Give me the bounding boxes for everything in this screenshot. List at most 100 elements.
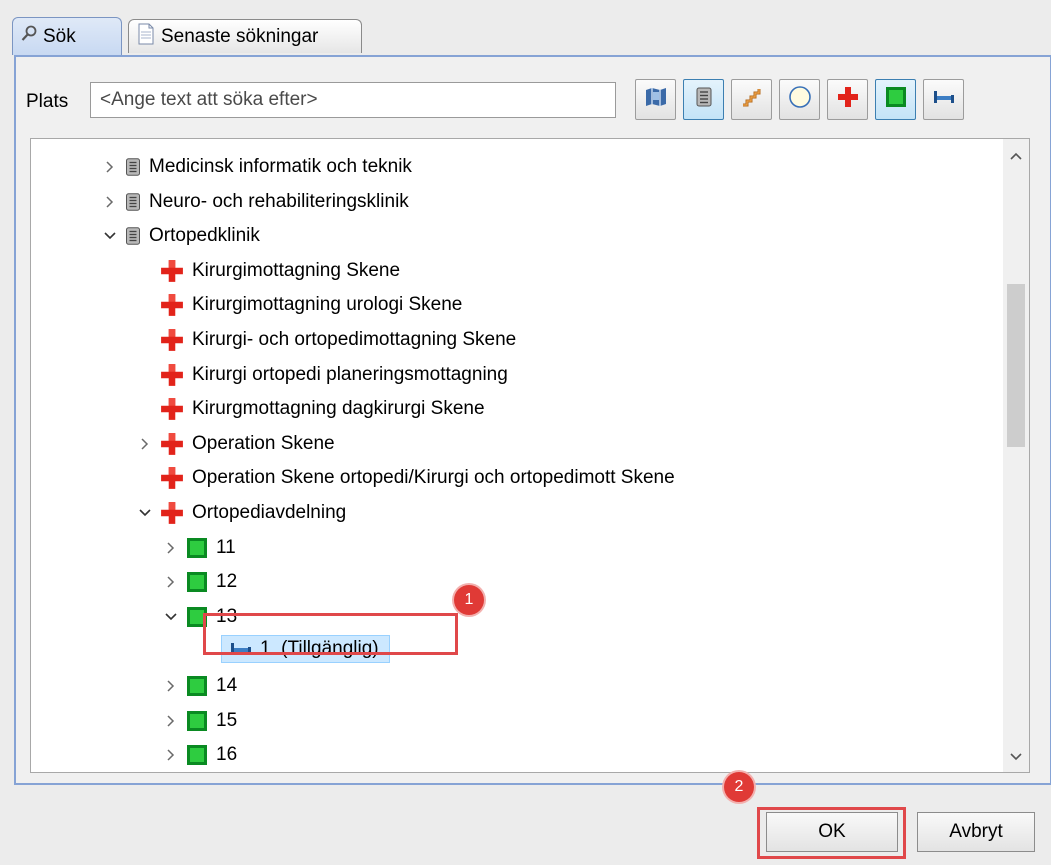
filter-stairs-button[interactable]: [731, 79, 772, 120]
circle-icon: [788, 85, 812, 115]
vertical-scrollbar[interactable]: [1003, 139, 1029, 772]
filter-building-button[interactable]: [683, 79, 724, 120]
tree-item[interactable]: 12: [162, 566, 237, 598]
tree-item[interactable]: 11: [162, 532, 236, 564]
tree-item[interactable]: 16: [162, 739, 237, 771]
building-icon: [125, 227, 141, 245]
search-panel: Plats <Ange text att söka efter> Medicin…: [14, 55, 1051, 785]
tab-label: Senaste sökningar: [161, 25, 319, 47]
tab-sok[interactable]: Sök: [12, 17, 122, 55]
tree-item-label: 12: [216, 571, 238, 593]
tree-item-label: Ortopediavdelning: [192, 502, 347, 523]
document-icon: [137, 23, 155, 51]
tree-item-label: Kirurgi ortopedi planeringsmottagning: [192, 363, 508, 385]
tab-senaste-sokningar[interactable]: Senaste sökningar: [128, 19, 362, 53]
red-cross-icon: [160, 328, 184, 352]
building-icon: [125, 192, 141, 211]
scroll-up-icon[interactable]: [1009, 147, 1023, 161]
chevron-right-icon[interactable]: [162, 573, 180, 591]
tree-item-label: Operation Skene ortopedi/Kirurgi och ort…: [192, 467, 675, 489]
tree-item[interactable]: Ortopediavdelning: [136, 497, 346, 529]
green-square-icon: [186, 710, 208, 732]
scrollbar-thumb[interactable]: [1007, 284, 1025, 447]
red-cross-icon: [160, 397, 184, 421]
search-icon: [21, 25, 37, 49]
tree-item[interactable]: Operation Skene: [136, 428, 335, 460]
green-square-icon: [186, 571, 208, 593]
chevron-right-icon[interactable]: [162, 539, 180, 557]
filter-green-square-button[interactable]: [875, 79, 916, 120]
green-square-icon: [885, 86, 907, 114]
filter-toolbar: [635, 79, 964, 120]
callout-badge-2: 2: [724, 772, 754, 802]
tree-item-label: Neuro- och rehabiliteringsklinik: [149, 190, 409, 212]
bed-icon: [933, 89, 955, 111]
green-square-icon: [186, 744, 208, 766]
filter-red-cross-button[interactable]: [827, 79, 868, 120]
tree-item-label: Kirurgi- och ortopedimottagning Skene: [192, 329, 517, 350]
tree-item-label: 11: [216, 536, 236, 558]
chevron-right-icon[interactable]: [101, 158, 119, 176]
red-cross-icon: [160, 432, 184, 456]
tree-item[interactable]: Medicinsk informatik och teknik: [101, 151, 412, 183]
building-icon: [125, 158, 141, 176]
chevron-right-icon[interactable]: [101, 193, 119, 211]
plats-label: Plats: [26, 91, 69, 112]
tree-item[interactable]: Kirurgi ortopedi planeringsmottagning: [136, 359, 508, 391]
green-square-icon: [186, 675, 208, 697]
chevron-down-icon[interactable]: [136, 504, 154, 522]
tree-item[interactable]: Kirurgi- och ortopedimottagning Skene: [136, 324, 516, 356]
chevron-down-icon[interactable]: [101, 227, 119, 245]
location-tree[interactable]: Medicinsk informatik och teknik Neuro- oc…: [30, 138, 1030, 773]
red-cross-icon: [160, 363, 184, 387]
tab-bar: Sök Senaste sökningar: [12, 15, 1051, 55]
red-cross-icon: [160, 259, 184, 283]
red-cross-icon: [160, 501, 184, 525]
filter-map-button[interactable]: [635, 79, 676, 120]
ok-button[interactable]: OK: [766, 812, 898, 852]
tree-item-label: Medicinsk informatik och teknik: [149, 156, 412, 177]
tree-item[interactable]: Kirurgimottagning Skene: [136, 255, 400, 287]
tree-item-label: Kirurgimottagning urologi Skene: [192, 294, 463, 316]
green-square-icon: [186, 537, 208, 559]
cancel-button[interactable]: Avbryt: [917, 812, 1035, 852]
chevron-down-icon[interactable]: [162, 608, 180, 626]
filter-circle-button[interactable]: [779, 79, 820, 120]
map-icon: [645, 87, 667, 113]
tree-item-label: Kirurgmottagning dagkirurgi Skene: [192, 398, 485, 420]
tab-label: Sök: [43, 25, 76, 47]
chevron-right-icon[interactable]: [162, 746, 180, 764]
scroll-down-icon[interactable]: [1009, 748, 1023, 762]
callout-badge-1: 1: [454, 585, 484, 615]
chevron-right-icon[interactable]: [136, 435, 154, 453]
tree-item[interactable]: 14: [162, 670, 237, 702]
filter-bed-button[interactable]: [923, 79, 964, 120]
tree-item-label: Operation Skene: [192, 432, 335, 454]
building-icon: [695, 87, 713, 113]
tree-item[interactable]: Kirurgmottagning dagkirurgi Skene: [136, 393, 485, 425]
red-cross-icon: [160, 466, 184, 490]
search-input[interactable]: [90, 82, 616, 118]
tree-item-label: Ortopedklinik: [149, 225, 260, 247]
stairs-icon: [741, 87, 763, 113]
chevron-right-icon[interactable]: [162, 677, 180, 695]
red-cross-icon: [837, 86, 859, 114]
tree-item[interactable]: Ortopedklinik: [101, 220, 260, 252]
tree-item-label: 14: [216, 675, 238, 696]
tree-item-label: 16: [216, 744, 238, 766]
tree-item-label: 15: [216, 709, 238, 731]
red-cross-icon: [160, 293, 184, 317]
tree-item[interactable]: Kirurgimottagning urologi Skene: [136, 289, 462, 321]
chevron-right-icon[interactable]: [162, 712, 180, 730]
tree-item[interactable]: 15: [162, 705, 237, 737]
callout-highlight-bed: [203, 613, 458, 655]
tree-item[interactable]: Operation Skene ortopedi/Kirurgi och ort…: [136, 462, 675, 494]
tree-item[interactable]: Neuro- och rehabiliteringsklinik: [101, 186, 409, 218]
tree-item-label: Kirurgimottagning Skene: [192, 259, 401, 281]
